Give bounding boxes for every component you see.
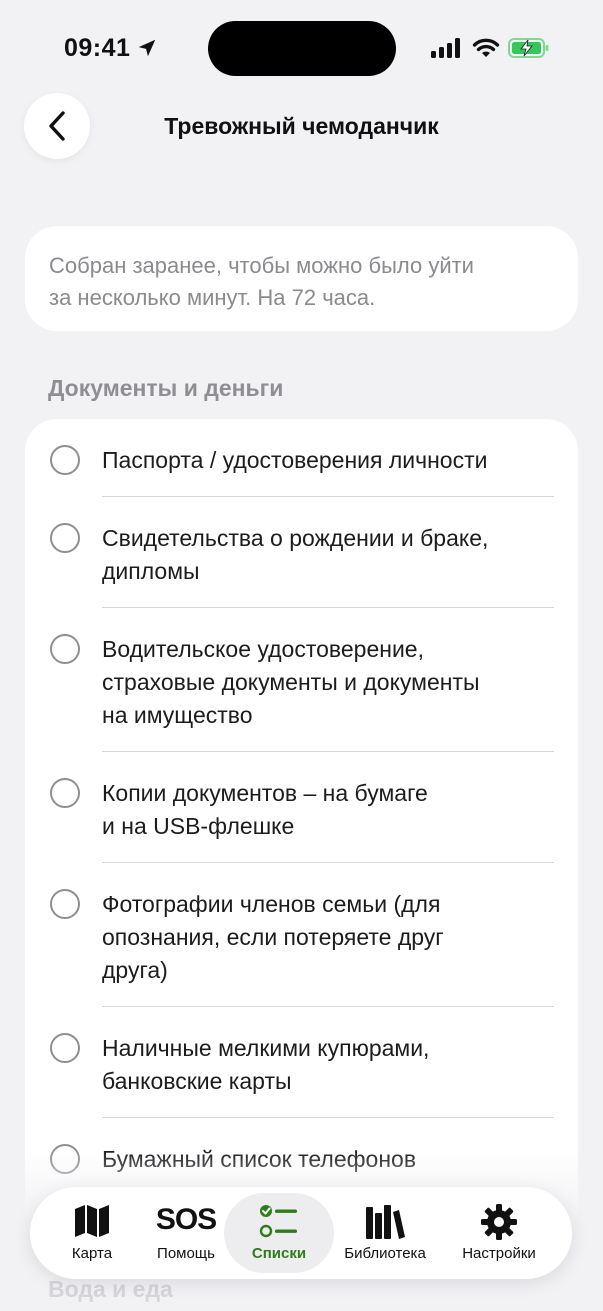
item-label: Наличные мелкими купюрами, банковские ка…	[102, 1035, 430, 1094]
battery-charging-icon	[508, 38, 549, 58]
tab-label: Библиотека	[344, 1245, 426, 1262]
tab-lists[interactable]: Списки	[224, 1187, 334, 1279]
next-section-header: Вода и еда	[48, 1276, 173, 1302]
page-title: Тревожный чемоданчик	[164, 113, 439, 139]
tab-settings[interactable]: Настройки	[448, 1187, 550, 1279]
item-label: Паспорта / удостоверения личности	[102, 447, 488, 473]
cellular-signal-icon	[431, 38, 460, 58]
gear-icon	[481, 1204, 517, 1240]
item-label: Свидетельства о рождении и браке, диплом…	[102, 525, 489, 584]
intro-line-1: Собран заранее, чтобы можно было уйти	[49, 253, 474, 278]
checkbox[interactable]	[50, 634, 80, 664]
checkbox[interactable]	[50, 778, 80, 808]
intro-line-2: за несколько минут. На 72 часа.	[49, 285, 376, 310]
checkbox[interactable]	[50, 523, 80, 553]
checklist-item[interactable]: Паспорта / удостоверения личности	[25, 419, 578, 497]
item-label: Копии документов – на бумаге и на USB-фл…	[102, 780, 428, 839]
location-arrow-icon	[138, 39, 156, 57]
checklist-icon	[259, 1205, 297, 1238]
section-header: Документы и деньги	[48, 375, 284, 401]
status-bar: 09:41	[0, 0, 603, 96]
tab-label: Карта	[71, 1245, 113, 1262]
item-label: Водительское удостоверение, страховые до…	[102, 636, 480, 728]
checklist-item[interactable]: Свидетельства о рождении и браке, диплом…	[25, 497, 578, 608]
tab-library[interactable]: Библиотека	[334, 1187, 436, 1279]
checkbox[interactable]	[50, 1033, 80, 1063]
dynamic-island	[208, 21, 396, 76]
tab-label: Помощь	[157, 1245, 215, 1262]
checklist-item[interactable]: Водительское удостоверение, страховые до…	[25, 608, 578, 752]
checklist-card: Паспорта / удостоверения личности Свидет…	[25, 419, 578, 1239]
checklist-item[interactable]: Наличные мелкими купюрами, банковские ка…	[25, 1007, 578, 1118]
tab-bar: Карта SOS Помощь Списки Библиотека Настр…	[30, 1187, 572, 1279]
checklist-item[interactable]: Копии документов – на бумаге и на USB-фл…	[25, 752, 578, 863]
checkbox[interactable]	[50, 445, 80, 475]
tab-help[interactable]: SOS Помощь	[146, 1187, 226, 1279]
books-icon	[366, 1205, 405, 1239]
checkbox[interactable]	[50, 889, 80, 919]
tab-label: Списки	[251, 1245, 307, 1262]
sos-icon: SOS	[155, 1203, 217, 1236]
checklist-item[interactable]: Фотографии членов семьи (для опознания, …	[25, 863, 578, 1007]
wifi-icon	[472, 38, 500, 57]
tab-label: Настройки	[462, 1245, 536, 1262]
screen: 09:41 Тревожный чемоданчик Собран заране…	[0, 0, 603, 1311]
map-icon	[75, 1205, 109, 1237]
item-label: Фотографии членов семьи (для опознания, …	[102, 891, 444, 983]
status-time: 09:41	[64, 34, 131, 62]
intro-card: Собран заранее, чтобы можно было уйти за…	[25, 226, 578, 331]
tab-map[interactable]: Карта	[38, 1187, 146, 1279]
